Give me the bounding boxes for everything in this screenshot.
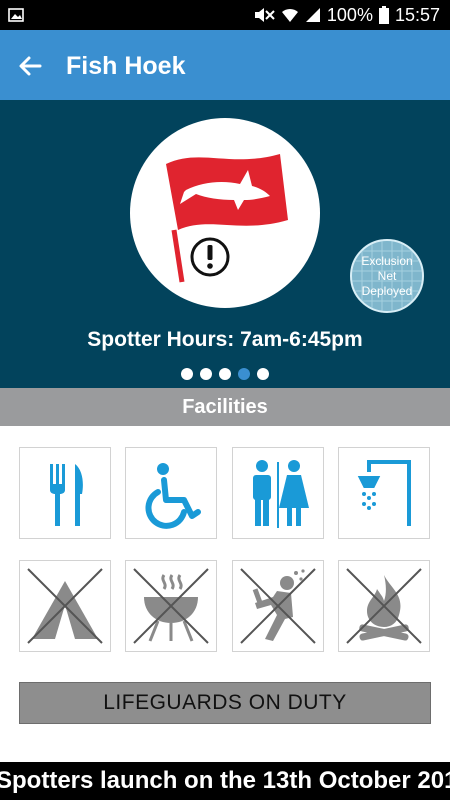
exclusion-net-line-3: Deployed (361, 283, 413, 298)
hero-panel[interactable]: Exclusion Net Deployed Spotter Hours: 7a… (0, 100, 450, 388)
page-title: Fish Hoek (66, 52, 186, 80)
flag-status-circle (130, 118, 320, 308)
tent-icon (27, 568, 103, 644)
facility-wheelchair-tile (125, 447, 217, 539)
battery-icon (378, 6, 389, 24)
clock: 15:57 (394, 4, 440, 25)
mute-icon (254, 8, 275, 22)
wifi-icon (281, 8, 298, 22)
pager-dot[interactable] (257, 368, 269, 380)
status-bar: 100% 15:57 (0, 0, 450, 30)
grill-icon (133, 568, 209, 644)
battery-percent: 100% (326, 4, 373, 25)
pager-dots (0, 368, 450, 380)
ticker-text: Spotters launch on the 13th October 2017 (0, 767, 450, 794)
exclusion-net-line-1: Exclusion (361, 253, 413, 268)
pager-dot-active[interactable] (238, 368, 250, 380)
toilets-icon (253, 460, 309, 528)
exclusion-net-line-2: Net (377, 268, 397, 283)
facility-toilets-tile (232, 447, 324, 539)
wheelchair-icon (145, 463, 201, 529)
drinking-icon (240, 568, 316, 644)
shower-icon (357, 460, 411, 526)
spotter-hours: Spotter Hours: 7am-6:45pm (87, 328, 363, 351)
exclamation-circle-icon (190, 237, 230, 277)
gallery-icon (8, 8, 24, 22)
red-shark-flag-icon (166, 154, 288, 283)
exclusion-net-badge: Exclusion Net Deployed (350, 239, 424, 313)
facility-shower-tile (338, 447, 430, 539)
signal-icon (305, 8, 320, 22)
pager-dot[interactable] (219, 368, 231, 380)
facility-braai-tile (125, 560, 217, 652)
facilities-header: Facilities (0, 388, 450, 426)
news-ticker: Spotters launch on the 13th October 2017 (0, 762, 450, 800)
pager-dot[interactable] (181, 368, 193, 380)
back-arrow-icon[interactable] (14, 50, 46, 82)
app-bar: Fish Hoek (0, 30, 450, 100)
facility-alcohol-tile (232, 560, 324, 652)
facility-fires-tile (338, 560, 430, 652)
facility-camping-tile (19, 560, 111, 652)
lifeguards-on-duty-banner: LIFEGUARDS ON DUTY (19, 682, 431, 724)
fork-knife-icon (50, 464, 83, 526)
pager-dot[interactable] (200, 368, 212, 380)
facility-restaurant-tile (19, 447, 111, 539)
campfire-icon (346, 568, 422, 644)
